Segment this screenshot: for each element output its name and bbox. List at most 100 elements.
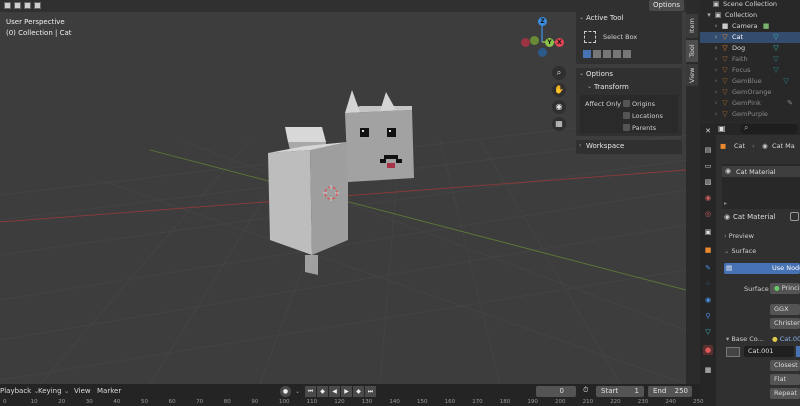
playback-menu[interactable]: Playback ⌄ [0,387,39,395]
zoom-icon[interactable]: ⌕ [552,66,566,80]
jump-start-icon[interactable]: ⏮ [305,386,316,397]
outliner-item-label: GemOrange [732,88,772,96]
intersect-mode-icon[interactable] [34,2,41,9]
world-tab-icon[interactable]: ◎ [703,209,713,219]
image-browse-icon[interactable] [726,347,740,357]
play-reverse-icon[interactable]: ◀ [329,386,340,397]
constraints-tab-icon[interactable]: ⚲ [703,311,713,321]
options-header[interactable]: ⌄ Options [576,68,682,80]
outliner-item-gemorange[interactable]: › ▽ GemOrange [700,87,800,98]
options-button[interactable]: Options [648,0,684,11]
outliner-item-cat[interactable]: › ▽ Cat ▽ [700,32,800,43]
camera-view-icon[interactable]: ◉ [552,100,566,114]
projection-dropdown[interactable]: Flat [770,374,800,385]
outliner-scene-collection[interactable]: ▣ Scene Collection [700,0,800,10]
mesh-object-icon: ▽ [722,55,728,63]
collection-tab-icon[interactable]: ▣ [703,227,713,237]
play-icon[interactable]: ▶ [341,386,352,397]
start-frame-field[interactable]: Start 1 [596,386,644,397]
outliner-item-camera[interactable]: › ■ Camera ■ [700,21,800,32]
select-mode-icon[interactable] [4,2,11,9]
tab-item[interactable]: Item [686,14,698,38]
material-browse-icon[interactable]: ◉ [724,213,730,221]
perspective-grid-icon[interactable]: ▦ [552,117,566,131]
mode-subtract-icon[interactable] [603,50,611,58]
fake-user-icon[interactable] [790,212,799,221]
workspace-header[interactable]: › Workspace [576,140,682,152]
preview-section[interactable]: › Preview [724,232,754,240]
marker-menu[interactable]: Marker [97,387,121,395]
record-keyframe-button[interactable]: ● [280,386,291,397]
gizmo-neg-x-axis[interactable] [521,38,530,47]
end-frame-label: End [653,387,667,395]
keying-menu[interactable]: Keying ⌄ [38,387,70,395]
locations-checkbox[interactable] [623,112,630,119]
mode-extend-icon[interactable] [593,50,601,58]
outliner-item-focus[interactable]: › ▽ Focus ▽ [700,65,800,76]
mesh-data-tab-icon[interactable]: ▽ [703,327,713,337]
tab-view[interactable]: View [686,64,698,86]
expand-handle-icon[interactable]: ▸ [724,200,727,207]
mode-new-icon[interactable] [583,50,591,58]
outliner-item-gemblue[interactable]: › ▽ GemBlue ▽ [700,76,800,87]
output-tab-icon[interactable]: ▭ [703,161,713,171]
outliner-item-faith[interactable]: › ▽ Faith ▽ [700,54,800,65]
extend-mode-icon[interactable] [14,2,21,9]
gizmo-neg-y-axis[interactable] [530,36,539,45]
object-tab-icon[interactable]: ■ [703,245,713,255]
view-layer-tab-icon[interactable]: ▧ [703,177,713,187]
select-box-icon[interactable] [584,31,596,43]
outliner-collection[interactable]: ▾ ▣ Collection [700,10,800,21]
mode-invert-icon[interactable] [613,50,621,58]
camera-data-icon: ■ [762,22,770,30]
tool-tab-icon[interactable]: ✕ [703,126,713,136]
particles-tab-icon[interactable]: ⁘ [703,279,713,289]
image-name-field[interactable]: Cat.001 [744,346,794,357]
current-frame-field[interactable]: 0 [536,386,576,397]
physics-tab-icon[interactable]: ◉ [703,295,713,305]
tab-tool[interactable]: Tool [686,40,698,62]
scene-tab-icon[interactable]: ◉ [703,193,713,203]
gizmo-x-axis[interactable]: X [555,38,564,47]
stopwatch-icon[interactable]: ⏱ [583,386,588,395]
jump-end-icon[interactable]: ⏭ [365,386,376,397]
transform-subheader[interactable]: ⌄ Transform [584,81,629,93]
surface-shader-field[interactable]: ● Princip [770,283,800,294]
outliner-item-gempink[interactable]: › ▽ GemPink ✎ [700,98,800,109]
distribution-dropdown[interactable]: GGX [770,304,800,315]
parents-checkbox[interactable] [623,124,630,131]
extension-dropdown[interactable]: Repeat [770,388,800,399]
material-tab-icon[interactable]: ● [703,345,713,355]
frame-tick-label: 110 [306,399,318,405]
gizmo-z-axis[interactable]: Z [538,17,547,26]
texture-tab-icon[interactable]: ▦ [703,365,713,375]
view-menu[interactable]: View [74,387,91,395]
material-name-field[interactable]: Cat Material [733,213,776,221]
end-frame-field[interactable]: End 250 [648,386,692,397]
base-color-row[interactable]: ▾ Base Co... [726,335,764,343]
subsurface-method-dropdown[interactable]: Christens [770,318,800,329]
origins-checkbox[interactable] [623,100,630,107]
chevron-down-icon[interactable]: ⌄ [292,386,303,397]
subtract-mode-icon[interactable] [24,2,31,9]
next-keyframe-icon[interactable]: ◆ [353,386,364,397]
outliner-item-dog[interactable]: › ▽ Dog ▽ [700,43,800,54]
use-nodes-button[interactable]: ▤ Use Node [724,263,800,274]
gizmo-y-axis[interactable]: Y [545,38,554,47]
editor-type-icon[interactable]: ▣ [718,124,726,133]
material-selector[interactable]: ◉ Cat Material [724,212,799,221]
interpolation-dropdown[interactable]: Closest [770,360,800,371]
pan-hand-icon[interactable]: ✋ [552,83,566,97]
mode-intersect-icon[interactable] [623,50,631,58]
surface-section[interactable]: ⌄ Surface [724,247,756,255]
outliner-item-gempurple[interactable]: › ▽ GemPurple [700,109,800,120]
properties-search[interactable]: ⌕ [740,123,798,134]
base-color-link[interactable]: ● Cat.00 [772,335,800,343]
modifier-tab-icon[interactable]: ✎ [703,263,713,273]
active-tool-header[interactable]: ⌄ Active Tool [576,12,682,24]
render-tab-icon[interactable]: ▤ [703,145,713,155]
prev-keyframe-icon[interactable]: ◆ [317,386,328,397]
gizmo-neg-z-axis[interactable] [538,48,547,57]
image-users-button[interactable] [796,346,800,357]
material-slot-row[interactable]: ◉ Cat Material [722,166,800,177]
